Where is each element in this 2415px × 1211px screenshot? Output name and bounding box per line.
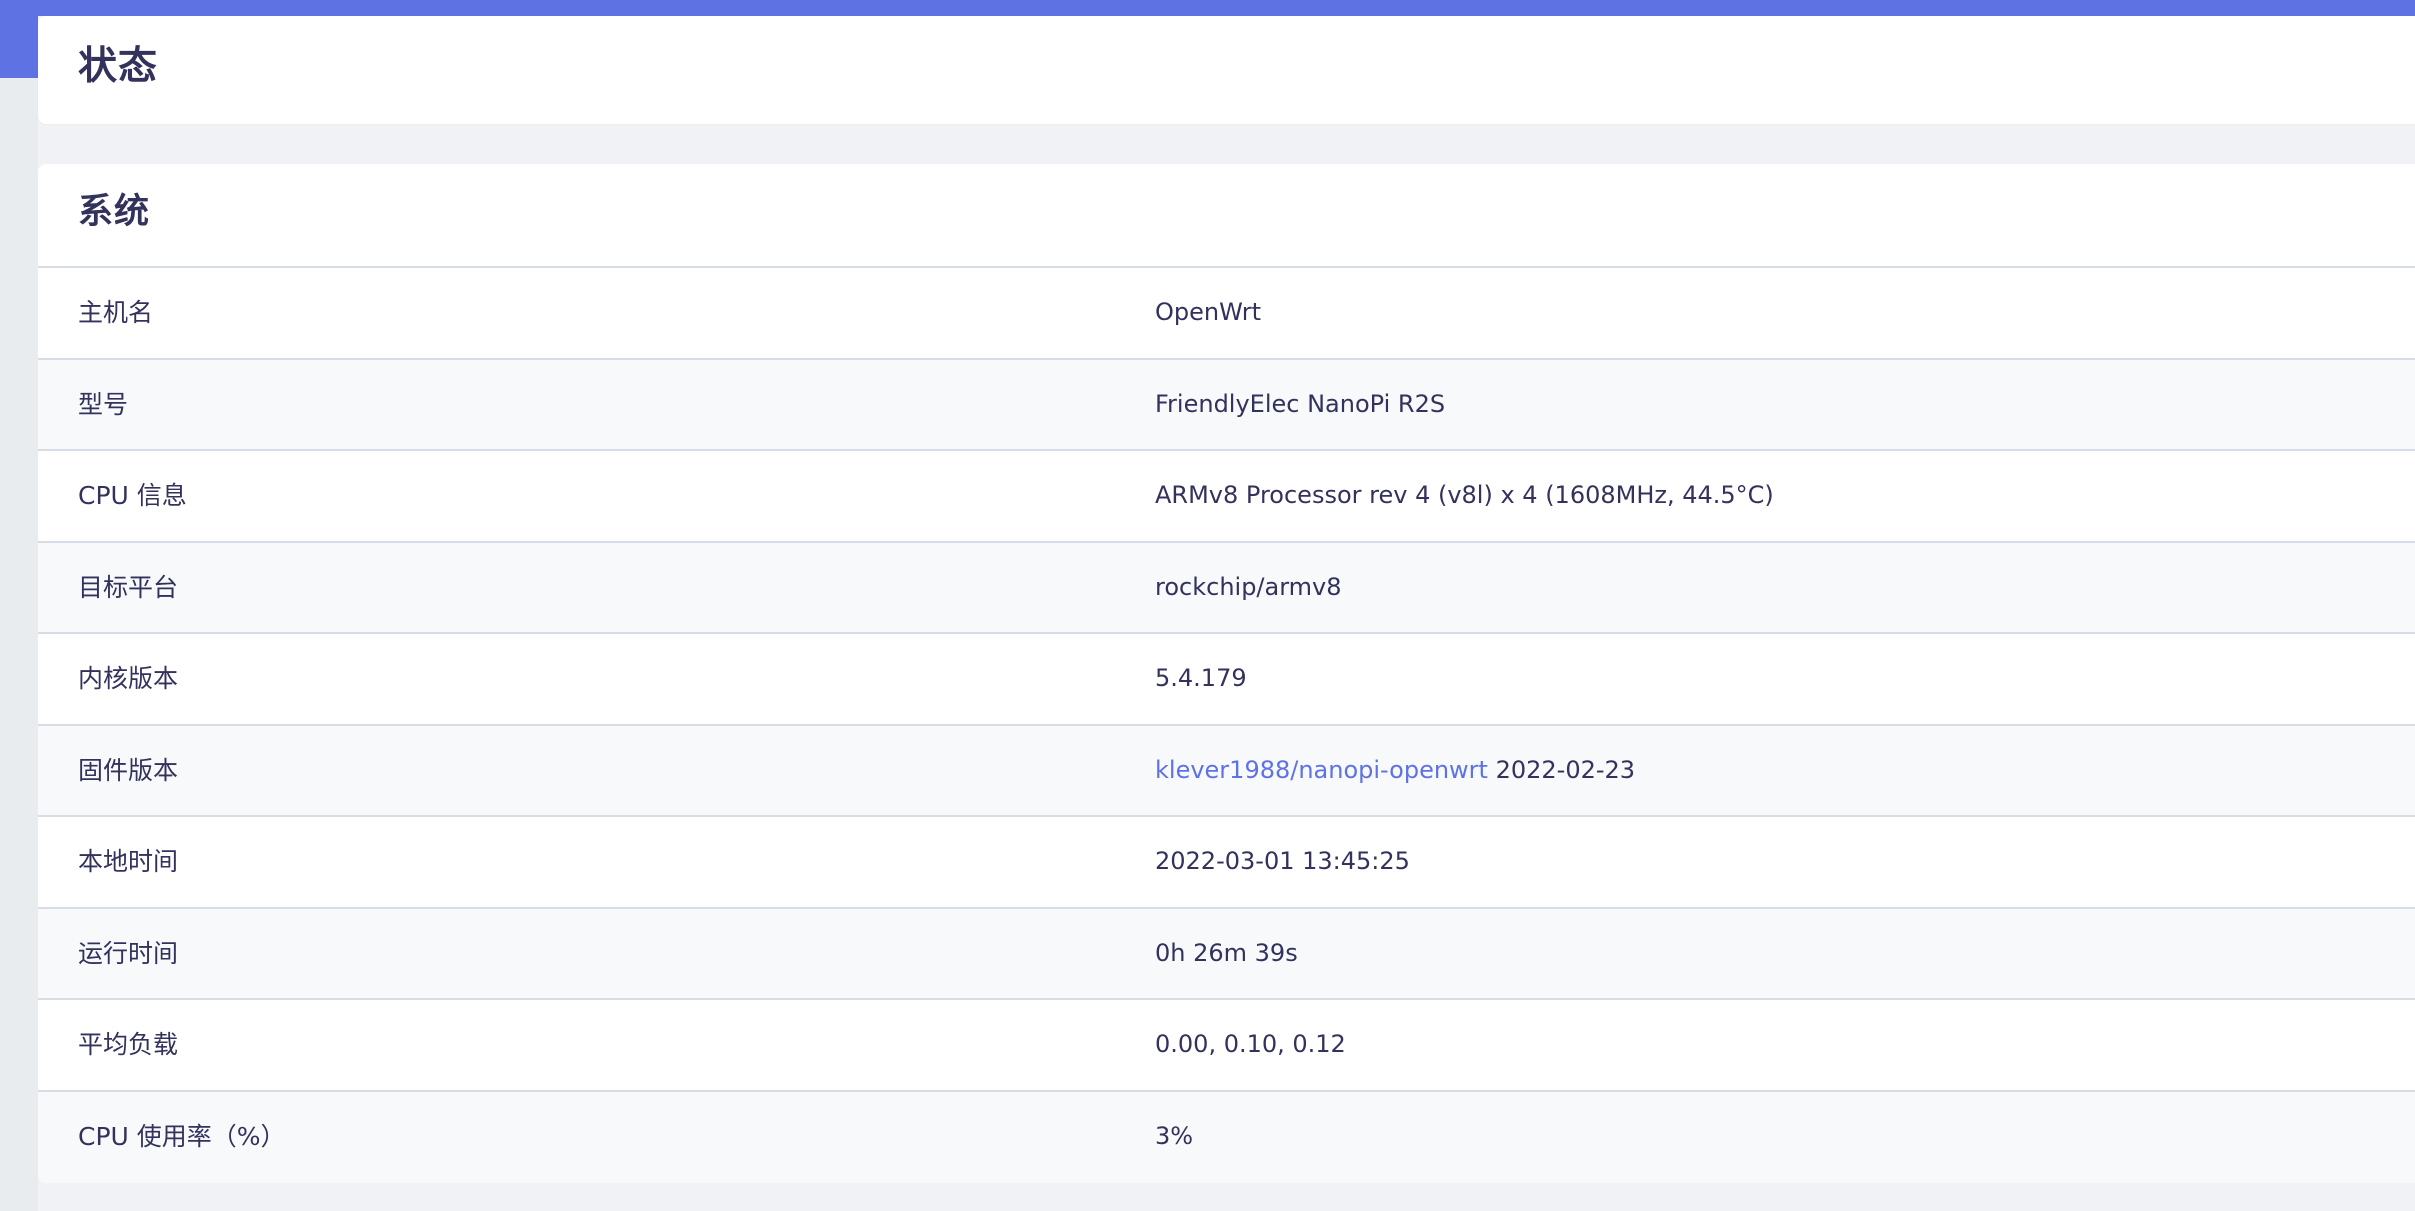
status-page: 状态 系统 主机名 OpenWrt 型号 FriendlyElec NanoPi… (0, 0, 2415, 1211)
system-info-table: 主机名 OpenWrt 型号 FriendlyElec NanoPi R2S C… (38, 268, 2415, 1183)
top-accent-bar (0, 0, 2415, 16)
local-time-label: 本地时间 (78, 847, 179, 876)
firmware-version-label: 固件版本 (78, 755, 179, 785)
kernel-version-label: 内核版本 (78, 664, 179, 693)
cpu-usage-value: 3% (1155, 1121, 1194, 1150)
hostname-label: 主机名 (78, 298, 154, 327)
left-rail (0, 78, 38, 1211)
page-header-card: 状态 (38, 16, 2415, 124)
table-row-kernel-version: 内核版本 5.4.179 (38, 634, 2415, 726)
model-label: 型号 (78, 389, 129, 419)
page-title: 状态 (78, 44, 159, 89)
table-row-cpu-info: CPU 信息 ARMv8 Processor rev 4 (v8l) x 4 (… (38, 451, 2415, 543)
uptime-value: 0h 26m 39s (1155, 938, 1298, 967)
system-section-card: 系统 主机名 OpenWrt 型号 FriendlyElec NanoPi R2… (38, 164, 2415, 1183)
hostname-value: OpenWrt (1155, 298, 1262, 326)
left-accent-bar (0, 0, 38, 78)
model-value: FriendlyElec NanoPi R2S (1155, 389, 1446, 418)
firmware-date: 2022-02-23 (1495, 755, 1636, 784)
table-row-load-average: 平均负载 0.00, 0.10, 0.12 (38, 1000, 2415, 1092)
cpu-info-label: CPU 信息 (78, 481, 187, 510)
cpu-usage-label: CPU 使用率（%） (78, 1121, 286, 1151)
system-section-title: 系统 (78, 192, 151, 232)
uptime-label: 运行时间 (78, 938, 179, 968)
table-row-target-platform: 目标平台 rockchip/armv8 (38, 542, 2415, 634)
target-platform-label: 目标平台 (78, 572, 179, 602)
load-average-value: 0.00, 0.10, 0.12 (1155, 1030, 1346, 1058)
table-row-firmware-version: 固件版本 klever1988/nanopi-openwrt 2022-02-2… (38, 725, 2415, 817)
firmware-repository-link[interactable]: klever1988/nanopi-openwrt (1155, 756, 1488, 784)
kernel-version-value: 5.4.179 (1155, 664, 1247, 692)
table-row-cpu-usage: CPU 使用率（%） 3% (38, 1091, 2415, 1183)
load-average-label: 平均负载 (78, 1030, 179, 1059)
table-row-hostname: 主机名 OpenWrt (38, 268, 2415, 360)
cpu-info-value: ARMv8 Processor rev 4 (v8l) x 4 (1608MHz… (1155, 481, 1774, 509)
system-section-header: 系统 (38, 164, 2415, 268)
table-row-model: 型号 FriendlyElec NanoPi R2S (38, 359, 2415, 451)
table-row-uptime: 运行时间 0h 26m 39s (38, 908, 2415, 1000)
table-row-local-time: 本地时间 2022-03-01 13:45:25 (38, 817, 2415, 909)
target-platform-value: rockchip/armv8 (1155, 572, 1342, 601)
firmware-version-value: klever1988/nanopi-openwrt 2022-02-23 (1155, 752, 2355, 788)
local-time-value: 2022-03-01 13:45:25 (1155, 847, 1410, 875)
